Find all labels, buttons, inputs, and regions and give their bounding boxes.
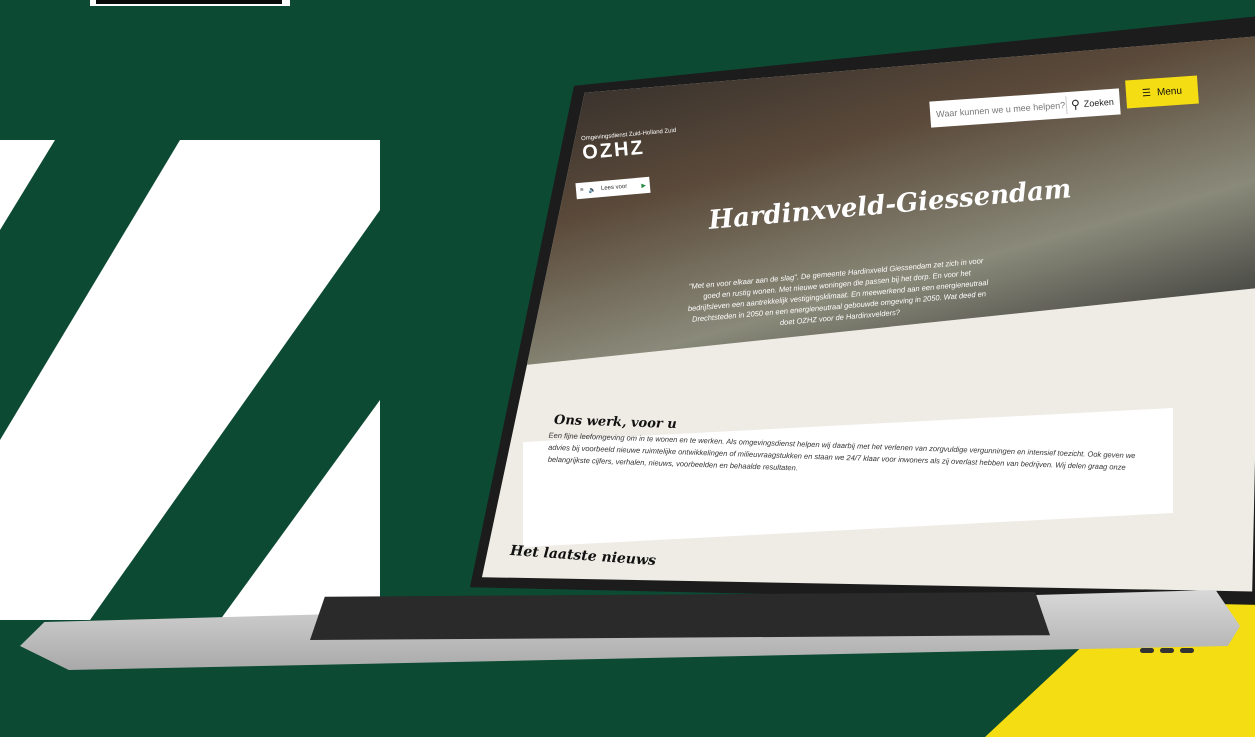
search-button[interactable]: Zoeken [1083,96,1120,109]
speaker-icon: 🔈 [588,186,597,194]
hamburger-icon: ≡ [579,187,584,194]
work-title: Ons werk, voor u [553,412,677,433]
laptop-ports [1140,648,1194,653]
diagonal-stripes-decoration [0,140,380,620]
readaloud-label: Lees voor [600,183,628,193]
menu-label: Menu [1156,85,1183,98]
menu-button[interactable]: ☰ Menu [1125,75,1199,109]
search-icon[interactable]: ⚲ [1067,97,1085,112]
port [1180,648,1194,653]
news-title: Het laatste nieuws [509,542,657,570]
logo-strip [90,0,290,6]
logo-mark: OZHZ [581,136,646,165]
port [1140,648,1154,653]
play-icon[interactable]: ▶ [641,181,650,189]
logo-strip-inner [96,0,282,4]
search-input[interactable]: Waar kunnen we u mee helpen? [930,100,1067,119]
hamburger-icon: ☰ [1141,87,1152,99]
laptop-screen: Waar kunnen we u mee helpen? ⚲ Zoeken ☰ … [481,35,1255,592]
port [1160,648,1174,653]
laptop-keyboard [310,592,1050,640]
